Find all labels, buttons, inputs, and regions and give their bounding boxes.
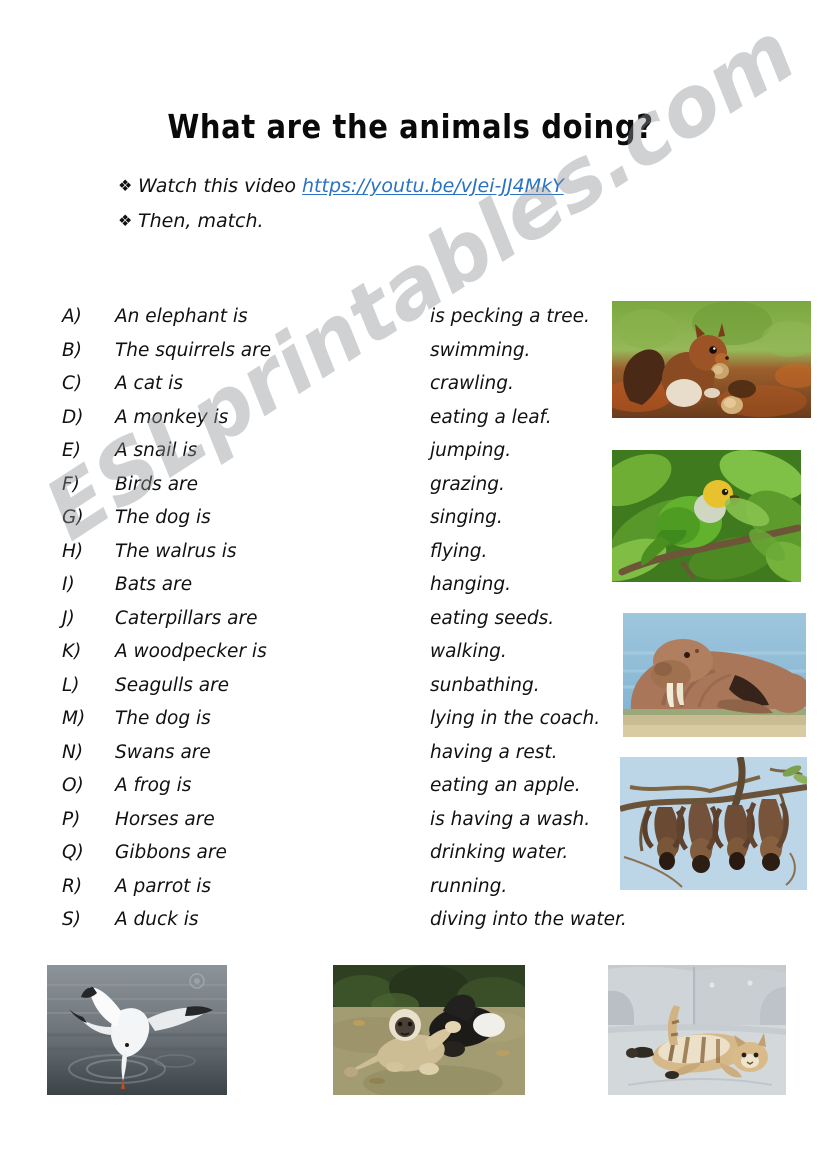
item-label: H) <box>62 540 84 562</box>
match-item-g[interactable]: G) The dog is <box>62 501 422 535</box>
item-label: B) <box>62 339 82 361</box>
match-left-column: A) An elephant is B) The squirrels are C) A… <box>62 300 422 937</box>
action-phrase: jumping. <box>430 440 512 461</box>
action-item[interactable]: diving into the water. <box>430 903 660 937</box>
cat-photo <box>608 965 786 1095</box>
match-item-n[interactable]: N) Swans are <box>62 736 422 770</box>
match-item-l[interactable]: L) Seagulls are <box>62 669 422 703</box>
item-phrase: Seagulls are <box>115 674 230 696</box>
action-phrase: swimming. <box>430 339 531 361</box>
match-item-m[interactable]: M) The dog is <box>62 702 422 736</box>
item-phrase: A frog is <box>115 775 192 796</box>
action-phrase: hanging. <box>430 574 512 595</box>
item-phrase: A cat is <box>115 373 183 394</box>
match-item-d[interactable]: D) A monkey is <box>62 401 422 435</box>
diamond-bullet-icon: ❖ <box>118 211 133 230</box>
item-label: L) <box>62 674 80 696</box>
action-phrase: singing. <box>430 507 503 528</box>
diamond-bullet-icon: ❖ <box>118 176 133 195</box>
item-phrase: A woodpecker is <box>115 641 267 662</box>
parrot-photo <box>612 450 801 582</box>
item-phrase: The squirrels are <box>115 339 272 361</box>
instruction-text-2: Then, match. <box>138 210 264 232</box>
item-phrase: A duck is <box>115 909 199 930</box>
match-item-a[interactable]: A) An elephant is <box>62 300 422 334</box>
item-phrase: Horses are <box>115 808 215 830</box>
match-item-k[interactable]: K) A woodpecker is <box>62 635 422 669</box>
item-label: O) <box>62 775 84 796</box>
item-label: D) <box>62 406 84 428</box>
action-phrase: sunbathing. <box>430 674 540 696</box>
item-phrase: A monkey is <box>115 406 229 428</box>
action-phrase: grazing. <box>430 473 505 495</box>
action-phrase: drinking water. <box>430 842 569 863</box>
item-label: N) <box>62 741 84 763</box>
action-phrase: flying. <box>430 540 488 562</box>
item-label: F) <box>62 473 80 495</box>
item-phrase: An elephant is <box>115 306 248 327</box>
item-label: A) <box>62 306 82 327</box>
action-phrase: diving into the water. <box>430 909 627 930</box>
item-phrase: A snail is <box>115 440 198 461</box>
action-phrase: eating a leaf. <box>430 406 552 428</box>
action-phrase: walking. <box>430 641 507 662</box>
instruction-watch-video: ❖ Watch this video https://youtu.be/vJei-… <box>118 173 564 197</box>
seagull-photo <box>47 965 227 1095</box>
walrus-photo <box>623 613 806 737</box>
action-phrase: having a rest. <box>430 741 558 763</box>
action-phrase: eating seeds. <box>430 607 555 629</box>
match-item-e[interactable]: E) A snail is <box>62 434 422 468</box>
action-phrase: is having a wash. <box>430 808 591 830</box>
item-label: Q) <box>62 842 84 863</box>
item-label: P) <box>62 808 81 830</box>
match-item-q[interactable]: Q) Gibbons are <box>62 836 422 870</box>
match-item-b[interactable]: B) The squirrels are <box>62 334 422 368</box>
match-item-f[interactable]: F) Birds are <box>62 468 422 502</box>
item-label: J) <box>62 607 75 629</box>
item-phrase: The walrus is <box>115 540 237 562</box>
item-phrase: Caterpillars are <box>115 607 258 629</box>
item-label: R) <box>62 875 83 897</box>
worksheet-page: What are the animals doing? ❖ Watch this … <box>0 0 821 1161</box>
item-phrase: A parrot is <box>115 875 212 897</box>
bats-photo <box>620 757 807 890</box>
match-item-p[interactable]: P) Horses are <box>62 803 422 837</box>
page-title: What are the animals doing? <box>167 108 654 147</box>
item-label: M) <box>62 708 86 729</box>
instruction-text-1: Watch this video <box>138 175 303 197</box>
item-phrase: Bats are <box>115 574 193 595</box>
action-phrase: lying in the coach. <box>430 708 601 729</box>
match-item-h[interactable]: H) The walrus is <box>62 535 422 569</box>
gibbons-photo <box>333 965 525 1095</box>
action-phrase: running. <box>430 875 508 897</box>
item-phrase: The dog is <box>115 507 211 528</box>
action-phrase: is pecking a tree. <box>430 306 590 327</box>
item-phrase: The dog is <box>115 708 211 729</box>
item-phrase: Gibbons are <box>115 842 227 863</box>
item-label: C) <box>62 373 83 394</box>
item-label: E) <box>62 440 81 461</box>
match-item-j[interactable]: J) Caterpillars are <box>62 602 422 636</box>
item-phrase: Birds are <box>115 473 199 495</box>
match-item-c[interactable]: C) A cat is <box>62 367 422 401</box>
match-item-s[interactable]: S) A duck is <box>62 903 422 937</box>
squirrel-photo <box>612 301 811 418</box>
instruction-then-match: ❖ Then, match. <box>118 208 264 232</box>
item-label: G) <box>62 507 84 528</box>
item-label: I) <box>62 574 75 595</box>
video-link[interactable]: https://youtu.be/vJei-JJ4MkY <box>302 175 564 197</box>
item-phrase: Swans are <box>115 741 211 763</box>
item-label: S) <box>62 909 81 930</box>
match-item-r[interactable]: R) A parrot is <box>62 870 422 904</box>
item-label: K) <box>62 641 82 662</box>
action-phrase: crawling. <box>430 373 514 394</box>
match-item-o[interactable]: O) A frog is <box>62 769 422 803</box>
match-item-i[interactable]: I) Bats are <box>62 568 422 602</box>
action-phrase: eating an apple. <box>430 775 581 796</box>
